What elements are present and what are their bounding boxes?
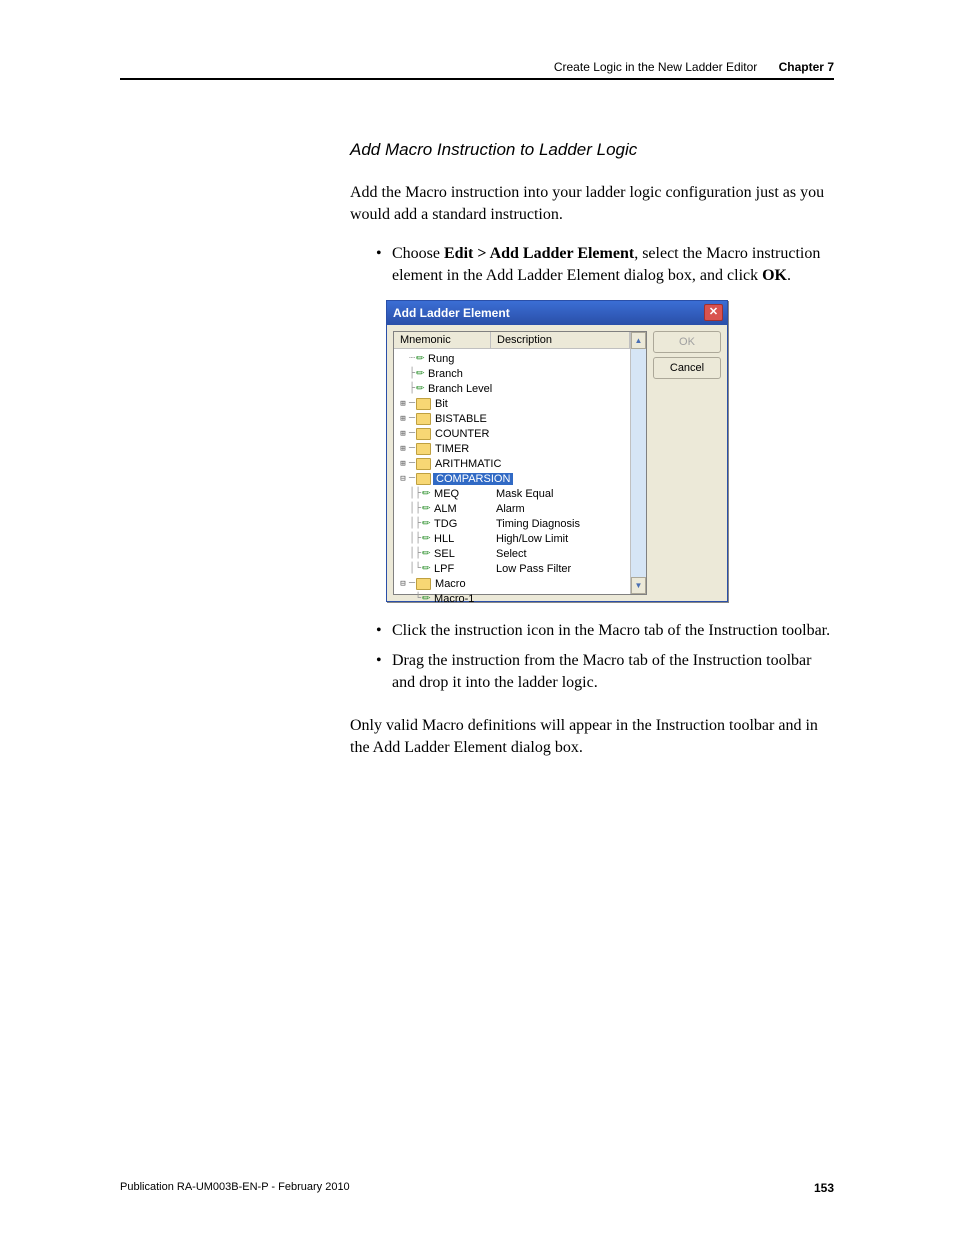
folder-icon: [416, 578, 431, 590]
header-chapter: Chapter 7: [779, 60, 834, 74]
outro-paragraph: Only valid Macro definitions will appear…: [350, 715, 834, 758]
tree-item-timer[interactable]: ⊞─TIMER: [398, 441, 630, 456]
scroll-thumb[interactable]: [631, 349, 646, 577]
header-doc-title: Create Logic in the New Ladder Editor: [554, 60, 757, 74]
bullet-icon: •: [376, 620, 392, 642]
tree-item-hll[interactable]: │├✎HLLHigh/Low Limit: [398, 531, 630, 546]
tree-item-branch-level[interactable]: ├✎Branch Level: [398, 381, 630, 396]
col-mnemonic: Mnemonic: [394, 332, 491, 348]
tree-item-meq[interactable]: │├✎MEQMask Equal: [398, 486, 630, 501]
bullet-top-block: • Choose Edit > Add Ladder Element, sele…: [376, 243, 834, 286]
folder-icon: [416, 413, 431, 425]
publication-id: Publication RA-UM003B-EN-P - February 20…: [120, 1181, 350, 1195]
bullet-bottom-block: • Click the instruction icon in the Macr…: [376, 620, 834, 693]
tree-list[interactable]: Mnemonic Description ┈✎Rung ├✎Branch ├✎B…: [393, 331, 647, 595]
add-ladder-element-dialog: Add Ladder Element ✕ Mnemonic Descriptio…: [386, 300, 728, 602]
tree-item-sel[interactable]: │├✎SELSelect: [398, 546, 630, 561]
bullet-icon: •: [376, 243, 392, 286]
tree-item-bit[interactable]: ⊞─Bit: [398, 396, 630, 411]
scroll-down-icon[interactable]: ▼: [631, 577, 646, 594]
scrollbar[interactable]: ▲ ▼: [630, 332, 646, 594]
intro-paragraph: Add the Macro instruction into your ladd…: [350, 182, 834, 225]
folder-icon: [416, 443, 431, 455]
tree-item-comparsion[interactable]: ⊟─COMPARSION: [398, 471, 630, 486]
tree-item-counter[interactable]: ⊞─COUNTER: [398, 426, 630, 441]
folder-icon: [416, 473, 431, 485]
bullet-text: Choose Edit > Add Ladder Element, select…: [392, 243, 834, 286]
page-footer: Publication RA-UM003B-EN-P - February 20…: [120, 1181, 834, 1195]
cancel-button[interactable]: Cancel: [653, 357, 721, 379]
tree-item-branch[interactable]: ├✎Branch: [398, 366, 630, 381]
bullet-text: Drag the instruction from the Macro tab …: [392, 650, 834, 693]
tree-item-lpf[interactable]: │└✎LPFLow Pass Filter: [398, 561, 630, 576]
tree-header: Mnemonic Description: [394, 332, 630, 349]
tree-item-arithmatic[interactable]: ⊞─ARITHMATIC: [398, 456, 630, 471]
tree-item-macro1[interactable]: └✎Macro-1: [398, 591, 630, 606]
tree-item-bistable[interactable]: ⊞─BISTABLE: [398, 411, 630, 426]
tree-item-macro[interactable]: ⊟─Macro: [398, 576, 630, 591]
bullet-text: Click the instruction icon in the Macro …: [392, 620, 834, 642]
tree-item-rung[interactable]: ┈✎Rung: [398, 351, 630, 366]
bullet-icon: •: [376, 650, 392, 693]
tree-item-alm[interactable]: │├✎ALMAlarm: [398, 501, 630, 516]
ok-button[interactable]: OK: [653, 331, 721, 353]
folder-icon: [416, 428, 431, 440]
scroll-up-icon[interactable]: ▲: [631, 332, 646, 349]
section-heading: Add Macro Instruction to Ladder Logic: [350, 140, 834, 160]
dialog-title: Add Ladder Element: [393, 306, 510, 320]
close-icon[interactable]: ✕: [704, 304, 723, 321]
folder-icon: [416, 398, 431, 410]
page-header: Create Logic in the New Ladder Editor Ch…: [120, 60, 834, 80]
col-description: Description: [491, 332, 630, 348]
page-number: 153: [814, 1181, 834, 1195]
tree-item-tdg[interactable]: │├✎TDGTiming Diagnosis: [398, 516, 630, 531]
dialog-titlebar[interactable]: Add Ladder Element ✕: [387, 301, 727, 325]
folder-icon: [416, 458, 431, 470]
